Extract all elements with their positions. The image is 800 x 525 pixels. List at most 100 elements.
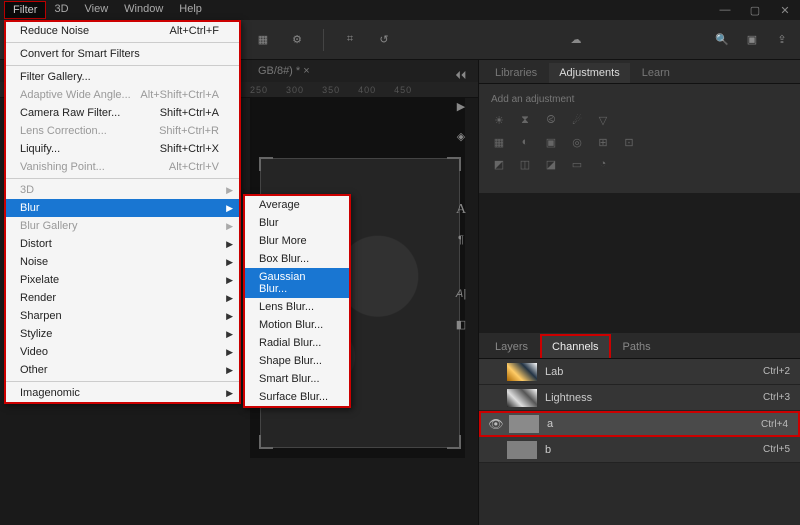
visibility-icon[interactable]: 👁 <box>487 417 505 431</box>
blur-submenu[interactable]: AverageBlurBlur MoreBox Blur...Gaussian … <box>243 194 351 408</box>
posterize-icon[interactable]: ◫ <box>517 157 533 171</box>
color-lookup-icon[interactable]: ⊞ <box>595 135 611 149</box>
gradient-map-icon[interactable]: ▭ <box>569 157 585 171</box>
levels-icon[interactable]: ⧗ <box>517 113 533 127</box>
layers-panel-tabs: LayersChannelsPaths <box>479 333 800 359</box>
menubar-item-3d[interactable]: 3D <box>46 1 76 19</box>
invert-icon[interactable]: ◩ <box>491 157 507 171</box>
cloud-icon[interactable]: ☁ <box>568 32 584 48</box>
menu-item-adaptive-wide-angle: Adaptive Wide Angle...Alt+Shift+Ctrl+A <box>6 86 239 104</box>
maximize-button[interactable]: ▢ <box>740 0 770 20</box>
selective-color-icon[interactable]: ◔ <box>595 157 611 171</box>
panel-tab-adjustments[interactable]: Adjustments <box>549 63 630 83</box>
menu-item-video[interactable]: Video▶ <box>6 343 239 361</box>
menu-item-render[interactable]: Render▶ <box>6 289 239 307</box>
menu-item-pixelate[interactable]: Pixelate▶ <box>6 271 239 289</box>
chevron-right-icon: ▶ <box>226 239 233 250</box>
play-icon[interactable]: ▶ <box>453 98 469 114</box>
submenu-item-average[interactable]: Average <box>245 196 349 214</box>
filter-menu[interactable]: Reduce NoiseAlt+Ctrl+F Convert for Smart … <box>4 20 241 404</box>
channel-shortcut: Ctrl+2 <box>763 366 790 377</box>
menu-item-stylize[interactable]: Stylize▶ <box>6 325 239 343</box>
menu-item-other[interactable]: Other▶ <box>6 361 239 379</box>
chevron-right-icon: ▶ <box>226 347 233 358</box>
menu-item-filter-gallery[interactable]: Filter Gallery... <box>6 68 239 86</box>
channel-row-lab[interactable]: LabCtrl+2 <box>479 359 800 385</box>
chevron-right-icon: ▶ <box>226 293 233 304</box>
chevron-right-icon: ▶ <box>226 388 233 399</box>
chevron-right-icon: ▶ <box>226 203 233 214</box>
minimize-button[interactable]: — <box>710 0 740 20</box>
menu-item-vanishing-point: Vanishing Point...Alt+Ctrl+V <box>6 158 239 176</box>
close-button[interactable]: ✕ <box>770 0 800 20</box>
adjustments-panel: Add an adjustment ☀ ⧗ ⧀ ☄ ▽ ▦ ◐ ▣ ◎ ⊞ ⊡ … <box>479 84 800 193</box>
channel-row-b[interactable]: bCtrl+5 <box>479 437 800 463</box>
submenu-item-shape-blur[interactable]: Shape Blur... <box>245 352 349 370</box>
submenu-item-blur-more[interactable]: Blur More <box>245 232 349 250</box>
channel-mixer-icon[interactable]: ◎ <box>569 135 585 149</box>
submenu-item-motion-blur[interactable]: Motion Blur... <box>245 316 349 334</box>
straighten-icon[interactable]: ↺ <box>376 32 392 48</box>
type-icon[interactable]: A <box>453 202 469 218</box>
menu-item-noise[interactable]: Noise▶ <box>6 253 239 271</box>
menu-item-liquify[interactable]: Liquify...Shift+Ctrl+X <box>6 140 239 158</box>
submenu-item-lens-blur[interactable]: Lens Blur... <box>245 298 349 316</box>
adjustments-title: Add an adjustment <box>491 94 788 105</box>
menu-item-convert-for-smart-filters[interactable]: Convert for Smart Filters <box>6 45 239 63</box>
vibrance-icon[interactable]: ▽ <box>595 113 611 127</box>
menubar-item-filter[interactable]: Filter <box>4 1 46 19</box>
layers-icon[interactable]: ◈ <box>453 128 469 144</box>
gear-icon[interactable]: ⚙ <box>289 32 305 48</box>
layout-icon[interactable]: ▣ <box>744 32 760 48</box>
channel-row-a[interactable]: 👁aCtrl+4 <box>479 411 800 437</box>
menubar-item-help[interactable]: Help <box>171 1 210 19</box>
channel-shortcut: Ctrl+3 <box>763 392 790 403</box>
menu-item-distort[interactable]: Distort▶ <box>6 235 239 253</box>
submenu-item-smart-blur[interactable]: Smart Blur... <box>245 370 349 388</box>
channel-shortcut: Ctrl+5 <box>763 444 790 455</box>
document-tab[interactable]: GB/8#) * × <box>250 63 318 79</box>
menu-item-sharpen[interactable]: Sharpen▶ <box>6 307 239 325</box>
threshold-icon[interactable]: ◪ <box>543 157 559 171</box>
panel-tab-libraries[interactable]: Libraries <box>485 63 547 83</box>
presets-icon[interactable]: ▦ <box>255 32 271 48</box>
panel-tab-paths[interactable]: Paths <box>613 336 661 358</box>
menu-item-camera-raw-filter[interactable]: Camera Raw Filter...Shift+Ctrl+A <box>6 104 239 122</box>
menubar-item-view[interactable]: View <box>77 1 117 19</box>
submenu-item-gaussian-blur[interactable]: Gaussian Blur... <box>245 268 349 298</box>
chevron-right-icon: ▶ <box>226 221 233 232</box>
right-panel-column: LibrariesAdjustmentsLearn Add an adjustm… <box>478 60 800 525</box>
menu-item-blur[interactable]: Blur▶ <box>6 199 239 217</box>
submenu-item-blur[interactable]: Blur <box>245 214 349 232</box>
brightness-icon[interactable]: ☀ <box>491 113 507 127</box>
menu-item-3d: 3D▶ <box>6 181 239 199</box>
search-icon[interactable]: 🔍 <box>714 32 730 48</box>
history-icon[interactable]: ⏴⏴ <box>453 68 469 84</box>
exposure-icon[interactable]: ☄ <box>569 113 585 127</box>
menu-item-reduce-noise[interactable]: Reduce NoiseAlt+Ctrl+F <box>6 22 239 40</box>
submenu-item-box-blur[interactable]: Box Blur... <box>245 250 349 268</box>
swatch-icon[interactable]: ◧ <box>453 316 469 332</box>
window-controls: — ▢ ✕ <box>710 0 800 20</box>
menu-item-imagenomic[interactable]: Imagenomic▶ <box>6 384 239 402</box>
hue-icon[interactable]: ▦ <box>491 135 507 149</box>
more-icon[interactable]: ⊡ <box>621 135 637 149</box>
panel-tab-layers[interactable]: Layers <box>485 336 538 358</box>
menubar: Filter3DViewWindowHelp — ▢ ✕ <box>0 0 800 20</box>
panel-tab-channels[interactable]: Channels <box>540 334 610 358</box>
channels-panel: LayersChannelsPaths LabCtrl+2 LightnessC… <box>479 333 800 463</box>
curves-icon[interactable]: ⧀ <box>543 113 559 127</box>
glyph-icon[interactable]: A| <box>453 286 469 302</box>
crop-icon[interactable]: ⌗ <box>342 32 358 48</box>
submenu-item-radial-blur[interactable]: Radial Blur... <box>245 334 349 352</box>
channel-name: b <box>545 444 763 456</box>
share-icon[interactable]: ⇪ <box>774 32 790 48</box>
photo-filter-icon[interactable]: ▣ <box>543 135 559 149</box>
submenu-item-surface-blur[interactable]: Surface Blur... <box>245 388 349 406</box>
paragraph-icon[interactable]: ¶ <box>453 232 469 248</box>
panel-tab-learn[interactable]: Learn <box>632 63 680 83</box>
bw-icon[interactable]: ◐ <box>517 135 533 149</box>
channel-row-lightness[interactable]: LightnessCtrl+3 <box>479 385 800 411</box>
chevron-right-icon: ▶ <box>226 311 233 322</box>
menubar-item-window[interactable]: Window <box>116 1 171 19</box>
